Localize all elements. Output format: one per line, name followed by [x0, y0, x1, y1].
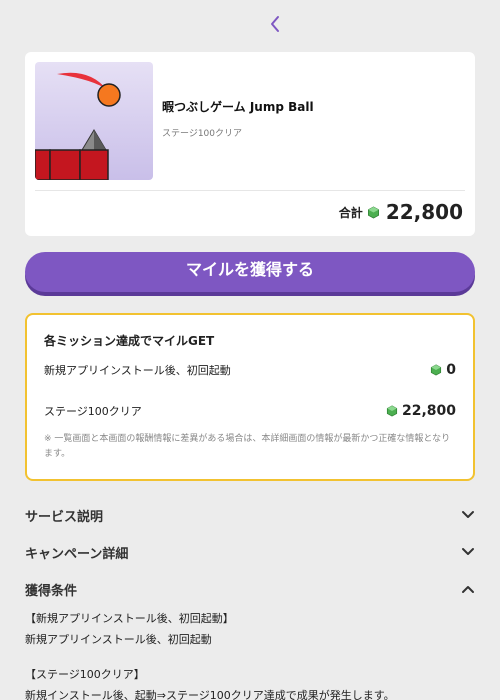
mission-panel: 各ミッション達成でマイルGET 新規アプリインストール後、初回起動 0 ステージ… — [25, 313, 475, 481]
chevron-down-icon — [462, 548, 474, 555]
condition-heading: 【新規アプリインストール後、初回起動】 — [25, 612, 234, 625]
mission-row: ステージ100クリア 22,800 — [44, 403, 456, 419]
disclaimer-note: ※ 一覧画面と本画面の報酬情報に差異がある場合は、本詳細画面の情報が最新かつ正確… — [44, 434, 451, 459]
app-card: 暇つぶしゲーム Jump Ball ステージ100クリア 合計 22,800 — [25, 52, 475, 236]
app-thumbnail — [35, 62, 153, 180]
section-service-description[interactable]: サービス説明 — [25, 503, 475, 527]
app-subtitle: ステージ100クリア — [162, 129, 242, 139]
condition-text: 新規アプリインストール後、初回起動 — [25, 633, 212, 646]
section-campaign-details[interactable]: キャンペーン詳細 — [25, 540, 475, 564]
condition-text: 新規インストール後、起動⇒ステージ100クリア達成で成果が発生します。 — [25, 689, 395, 700]
section-title: 獲得条件 — [25, 583, 78, 599]
mission-reward: 0 — [430, 362, 456, 378]
back-button[interactable] — [264, 12, 286, 36]
chevron-down-icon — [462, 511, 474, 518]
section-title: キャンペーン詳細 — [25, 546, 129, 562]
green-gem-icon — [386, 405, 398, 417]
mission-row: 新規アプリインストール後、初回起動 0 — [44, 362, 456, 378]
section-title: サービス説明 — [25, 509, 104, 525]
green-gem-icon — [431, 364, 442, 376]
total-reward: 合計 22,800 — [339, 200, 463, 224]
chevron-left-icon — [271, 16, 279, 32]
condition-heading: 【ステージ100クリア】 — [25, 668, 145, 681]
mission-title: 各ミッション達成でマイルGET — [44, 334, 215, 348]
total-value: 22,800 — [385, 200, 463, 224]
mission-label: ステージ100クリア — [44, 405, 142, 418]
mission-reward: 22,800 — [386, 403, 456, 419]
divider — [35, 190, 465, 191]
section-earning-conditions[interactable]: 獲得条件 — [25, 577, 475, 601]
green-gem-icon — [367, 206, 379, 218]
chevron-up-icon — [462, 586, 474, 593]
mission-label: 新規アプリインストール後、初回起動 — [44, 364, 231, 377]
app-title: 暇つぶしゲーム Jump Ball — [162, 100, 314, 114]
mission-reward-value: 22,800 — [401, 403, 456, 419]
get-miles-button[interactable]: マイルを獲得する — [25, 252, 475, 292]
total-label: 合計 — [338, 205, 363, 220]
mission-reward-value: 0 — [446, 362, 456, 378]
